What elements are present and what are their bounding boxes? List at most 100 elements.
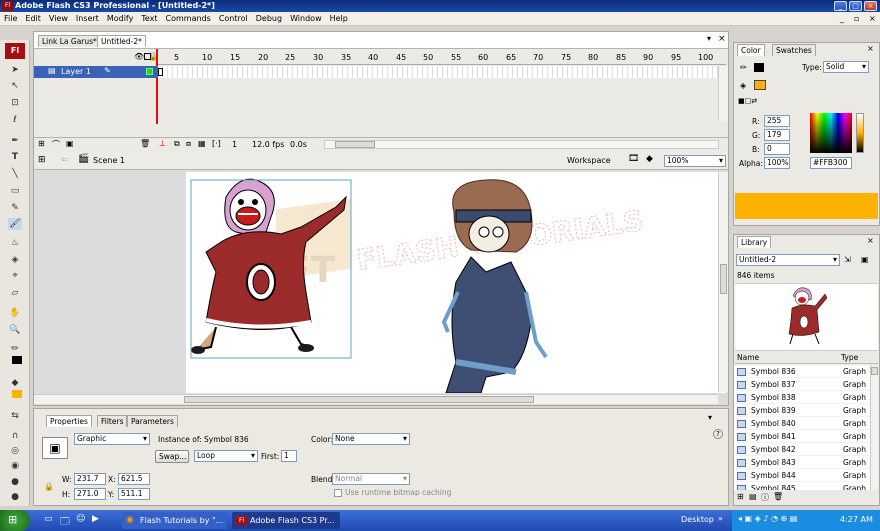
tab-properties[interactable]: Properties <box>46 415 92 427</box>
stage-vscroll[interactable] <box>718 172 728 392</box>
paint-bucket-tool-icon[interactable]: ◈ <box>8 254 22 266</box>
brush-size-icon[interactable]: ● <box>8 476 22 488</box>
timeline-scrollbar[interactable] <box>718 66 728 121</box>
onion-skin-icon[interactable]: ⧉ <box>174 139 180 149</box>
library-type-header[interactable]: Type <box>841 353 858 363</box>
workspace-menu[interactable]: Workspace <box>567 156 611 165</box>
subselection-tool-icon[interactable]: ↖ <box>8 80 22 92</box>
delete-layer-icon[interactable]: 🗑 <box>140 139 150 148</box>
minimize-button[interactable]: _ <box>834 1 847 11</box>
quicklaunch-desktop-icon[interactable]: ▭ <box>44 514 53 524</box>
layer-name[interactable]: Layer 1 <box>61 67 91 76</box>
green-field[interactable]: 179 <box>764 129 790 141</box>
new-folder-icon[interactable]: ▤ <box>749 492 757 501</box>
quicklaunch-media-icon[interactable]: ▶ <box>92 514 99 524</box>
brush-shape-icon[interactable]: ● <box>8 491 22 503</box>
color-stroke-swatch[interactable] <box>754 63 764 72</box>
scene-name[interactable]: Scene 1 <box>93 156 125 165</box>
menu-commands[interactable]: Commands <box>162 12 215 26</box>
menu-edit[interactable]: Edit <box>21 12 45 26</box>
menu-modify[interactable]: Modify <box>103 12 138 26</box>
quicklaunch-explorer-icon[interactable]: 🗔 <box>60 514 70 530</box>
stage-vscroll-thumb[interactable] <box>720 264 727 294</box>
library-scroll-thumb[interactable] <box>871 367 878 375</box>
properties-help-icon[interactable]: ? <box>713 429 723 439</box>
outline-icon[interactable] <box>144 53 151 60</box>
eye-icon[interactable]: 👁 <box>134 52 144 61</box>
list-item[interactable]: Symbol 837 Graph <box>735 378 870 391</box>
ink-bottle-tool-icon[interactable]: ♨ <box>8 237 22 249</box>
edit-multiple-icon[interactable]: ▦ <box>198 139 206 148</box>
pen-tool-icon[interactable]: ✒ <box>8 135 22 147</box>
default-colors-icon[interactable]: ■□⇄ <box>738 97 757 105</box>
menu-text[interactable]: Text <box>137 12 161 26</box>
height-field[interactable]: 271.0 <box>74 488 106 500</box>
new-symbol-icon[interactable]: ⊞ <box>737 492 744 501</box>
snap-magnet-icon[interactable]: ∩ <box>8 430 22 442</box>
first-frame-field[interactable]: 1 <box>281 450 297 462</box>
menu-view[interactable]: View <box>45 12 72 26</box>
stroke-color-swatch[interactable] <box>12 356 22 364</box>
fill-color-swatch[interactable] <box>12 390 22 398</box>
tab-parameters[interactable]: Parameters <box>127 415 178 427</box>
playhead[interactable] <box>156 49 158 124</box>
blue-field[interactable]: 0 <box>764 143 790 155</box>
doc-minimize-icon[interactable]: _ <box>836 12 848 26</box>
new-library-icon[interactable]: ▣ <box>861 255 869 264</box>
brightness-slider[interactable] <box>856 113 864 153</box>
doc-close-tab-icon[interactable]: × <box>718 34 726 44</box>
list-item[interactable]: Symbol 843 Graph <box>735 456 870 469</box>
pin-library-icon[interactable]: ⇲ <box>844 255 851 264</box>
edit-symbol-icon[interactable]: ◆ <box>646 154 653 164</box>
red-field[interactable]: 255 <box>764 115 790 127</box>
stage-canvas[interactable]: FT FLASH TUTORIALS <box>186 172 726 393</box>
free-transform-tool-icon[interactable]: ⊡ <box>8 97 22 109</box>
keyframe[interactable] <box>158 68 163 76</box>
swap-colors-icon[interactable]: ⇆ <box>8 410 22 422</box>
x-field[interactable]: 621.5 <box>118 473 150 485</box>
symbol-behavior-select[interactable]: Graphic <box>74 433 150 445</box>
fill-type-select[interactable]: Solid <box>823 61 869 73</box>
stroke-color-icon[interactable]: ✏ <box>8 343 22 355</box>
list-item[interactable]: Symbol 844 Graph <box>735 469 870 482</box>
hand-tool-icon[interactable]: ✋ <box>8 307 22 319</box>
maximize-button[interactable]: □ <box>849 1 862 11</box>
tab-filters[interactable]: Filters <box>97 415 128 427</box>
tab-swatches[interactable]: Swatches <box>772 44 816 56</box>
menu-debug[interactable]: Debug <box>252 12 286 26</box>
menu-help[interactable]: Help <box>326 12 352 26</box>
bitmap-cache-checkbox[interactable] <box>334 489 342 497</box>
fill-color-icon[interactable]: ◆ <box>8 377 22 389</box>
onion-markers-icon[interactable]: [·] <box>212 139 221 148</box>
zoom-select[interactable]: 100% <box>664 155 726 167</box>
onion-outline-icon[interactable]: ⧈ <box>186 139 191 149</box>
menu-control[interactable]: Control <box>215 12 252 26</box>
library-delete-icon[interactable]: 🗑 <box>773 492 783 501</box>
fill-bucket-icon[interactable]: ◈ <box>740 81 746 90</box>
color-effect-select[interactable]: None <box>332 433 410 445</box>
line-tool-icon[interactable]: ╲ <box>8 168 22 180</box>
selection-tool-icon[interactable]: ➤ <box>8 64 22 76</box>
menu-window[interactable]: Window <box>286 12 326 26</box>
library-name-header[interactable]: Name <box>737 353 759 363</box>
stage-hscroll-thumb[interactable] <box>184 396 534 403</box>
collapse-arrow-icon[interactable]: ▾ <box>707 34 711 43</box>
lasso-tool-icon[interactable]: ℓ <box>8 114 22 126</box>
doc-restore-icon[interactable]: ▫ <box>850 12 863 26</box>
close-button[interactable]: × <box>864 1 877 11</box>
constrain-lock-icon[interactable]: 🔒 <box>44 482 54 491</box>
desktop-toolbar[interactable]: Desktop <box>681 515 714 524</box>
tray-icons[interactable]: ◂ ▣ ◈ ♪ ◔ ⊕ ▤ <box>738 514 797 523</box>
stroke-pencil-icon[interactable]: ✏ <box>740 63 747 72</box>
list-item[interactable]: Symbol 838 Graph <box>735 391 870 404</box>
library-properties-icon[interactable]: ⓘ <box>761 492 769 503</box>
layer-outline-swatch[interactable] <box>146 68 153 75</box>
tab-untitled-2[interactable]: Untitled-2* <box>97 35 146 47</box>
swap-button[interactable]: Swap... <box>155 450 189 463</box>
rectangle-tool-icon[interactable]: ▭ <box>8 185 22 197</box>
start-button[interactable]: ⊞ <box>0 510 30 531</box>
layer-row[interactable]: ▤ Layer 1 ✎ <box>34 66 158 78</box>
center-frame-icon[interactable]: ⊥ <box>159 139 166 148</box>
doc-close-icon[interactable]: × <box>865 12 880 26</box>
pencil-tool-icon[interactable]: ✎ <box>8 202 22 214</box>
